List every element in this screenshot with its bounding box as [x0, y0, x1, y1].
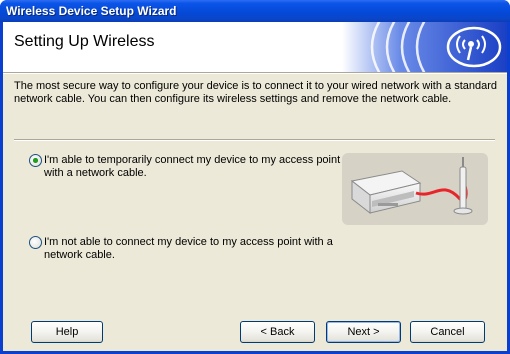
- radio-cannot-connect[interactable]: [29, 236, 42, 249]
- printer-icon: [350, 157, 473, 215]
- section-divider: [14, 139, 495, 141]
- back-button[interactable]: < Back: [240, 321, 315, 343]
- printer-access-point-illustration: [342, 153, 488, 225]
- option-cannot-connect-label[interactable]: I'm not able to connect my device to my …: [44, 236, 354, 262]
- wireless-logo-icon: [342, 22, 507, 72]
- wizard-window: Wireless Device Setup Wizard Setting Up …: [0, 0, 510, 354]
- wizard-header: Setting Up Wireless: [3, 22, 507, 72]
- option-can-connect-label[interactable]: I'm able to temporarily connect my devic…: [44, 154, 354, 180]
- title-bar[interactable]: Wireless Device Setup Wizard: [0, 0, 510, 22]
- radio-can-connect[interactable]: [29, 154, 42, 167]
- next-button[interactable]: Next >: [326, 321, 401, 343]
- intro-text: The most secure way to configure your de…: [14, 80, 498, 105]
- cancel-button[interactable]: Cancel: [410, 321, 485, 343]
- window-title: Wireless Device Setup Wizard: [6, 4, 177, 18]
- page-heading: Setting Up Wireless: [14, 33, 155, 50]
- help-button[interactable]: Help: [31, 321, 103, 343]
- wizard-client-area: Setting Up Wireless The most secure way …: [3, 22, 507, 351]
- header-divider: [3, 72, 507, 74]
